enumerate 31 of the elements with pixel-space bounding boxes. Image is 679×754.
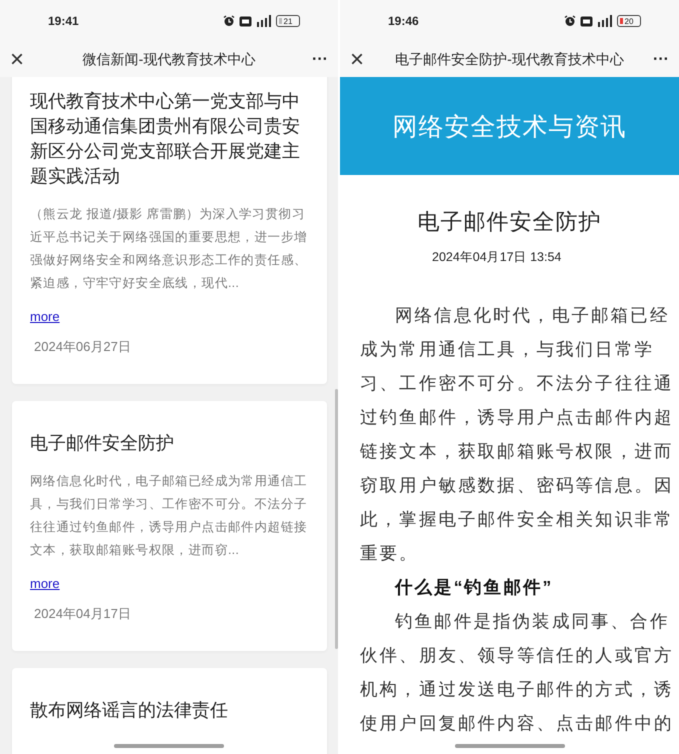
- hd-icon: [580, 16, 593, 26]
- signal-icon: [597, 15, 613, 27]
- article-title[interactable]: 现代教育技术中心第一党支部与中国移动通信集团贵州有限公司贵安新区分公司党支部联合开展党建主题实践活动: [30, 89, 311, 189]
- more-link[interactable]: more: [30, 576, 60, 591]
- more-menu-button[interactable]: ···: [304, 50, 328, 68]
- more-link[interactable]: more: [30, 309, 60, 324]
- status-time: 19:41: [48, 14, 79, 28]
- article-date: 2024年06月27日: [33, 338, 132, 356]
- close-button[interactable]: ×: [350, 48, 374, 72]
- signal-icon: [256, 15, 272, 27]
- page-title: 微信新闻-现代教育技术中心: [82, 50, 256, 68]
- article-title[interactable]: 电子邮件安全防护: [30, 431, 311, 456]
- battery-level: 20: [624, 16, 634, 26]
- hd-icon: [239, 16, 252, 26]
- section-heading: 什么是“钓鱼邮件”: [394, 576, 554, 599]
- close-button[interactable]: ×: [10, 48, 34, 72]
- alarm-icon: [564, 15, 576, 27]
- body-paragraph: 网络信息化时代，电子邮箱已经成为常用通信工具，与我们日常学习、工作密不可分。不法分子往往通过钓鱼邮件，诱导用户点击邮件内超链接文本，获取邮箱账号权限，进而窃取用户敏感数据、密码等信息。因此，掌握电子邮件安全相关知识非常重要。: [360, 304, 675, 565]
- article-title[interactable]: 散布网络谣言的法律责任: [30, 698, 311, 723]
- battery-level: 21: [284, 16, 292, 26]
- article-summary: （熊云龙 报道/摄影 席雷鹏）为深入学习贯彻习近平总书记关于网络强国的重要思想，进一步增强做好网络安全和网络意识形态工作的责任感、紧迫感，守牢守好安全底线，现代...: [30, 206, 308, 292]
- status-time: 19:46: [388, 14, 419, 28]
- body-paragraph: 钓鱼邮件是指伪装成同事、合作伙伴、朋友、领导等信任的人或官方机构，通过发送电子邮件的方式，诱使用户回复邮件内容、点击邮件中的: [360, 610, 675, 735]
- article-date: 2024年04月17日: [33, 605, 132, 623]
- page-title: 电子邮件安全防护-现代教育技术中心: [394, 50, 625, 68]
- alarm-icon: [223, 15, 235, 27]
- article-title: 电子邮件安全防护: [416, 208, 602, 236]
- banner-title: 网络安全技术与资讯: [392, 112, 626, 142]
- more-menu-button[interactable]: ···: [645, 50, 669, 68]
- article-summary: 网络信息化时代，电子邮箱已经成为常用通信工具，与我们日常学习、工作密不可分。不法分子往往通过钓鱼邮件，诱导用户点击邮件内超链接文本，获取邮箱账号权限，进而窃...: [30, 473, 308, 559]
- article-datetime: 2024年04月17日 13:54: [431, 249, 562, 266]
